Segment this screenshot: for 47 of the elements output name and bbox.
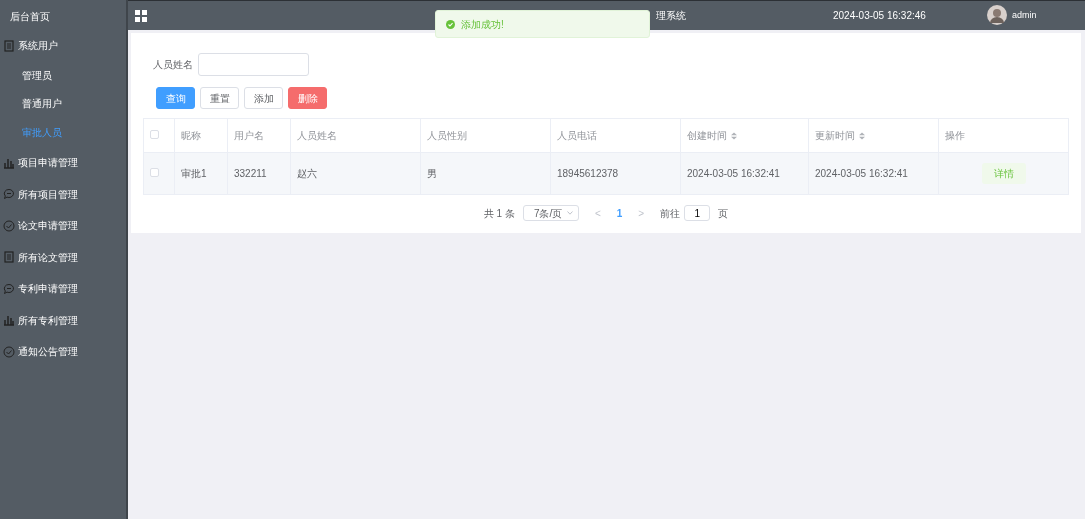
goto-label: 前往 (660, 206, 681, 221)
menu-item[interactable]: 所有论文管理 (0, 241, 126, 273)
table-cell: 审批1 (181, 168, 207, 179)
table-cell: 2024-03-05 16:32:41 (815, 168, 908, 179)
success-icon (446, 19, 455, 29)
bar-chart-icon (3, 314, 15, 327)
document-icon (3, 251, 15, 264)
app-title: 理系统 (656, 9, 686, 23)
table-cell: 赵六 (297, 168, 317, 179)
page-input[interactable]: 1 (684, 205, 711, 221)
grid-menu-icon[interactable] (135, 9, 147, 22)
action-button[interactable]: 重置 (200, 87, 239, 109)
chevron-down-icon (566, 211, 573, 215)
menu-item[interactable]: 所有项目管理 (0, 178, 126, 210)
chat-icon (3, 282, 15, 295)
table-cell: 18945612378 (557, 168, 619, 179)
menu-item[interactable]: 所有专利管理 (0, 304, 126, 336)
sort-icon[interactable] (731, 132, 737, 141)
date-time: 2024-03-05 16:32:46 (833, 9, 926, 23)
search-field[interactable] (198, 53, 309, 76)
page-suffix: 页 (718, 206, 729, 221)
field-label: 人员姓名 (153, 58, 193, 72)
check-circle-icon (3, 219, 15, 232)
page-size-select[interactable]: 7条/页 (522, 205, 579, 221)
menu-item[interactable]: 项目申请管理 (0, 147, 126, 179)
submenu-item[interactable]: 管理员 (0, 61, 126, 90)
checkbox[interactable] (150, 130, 159, 139)
check-circle-icon (3, 345, 15, 358)
action-button[interactable]: 添加 (244, 87, 283, 109)
checkbox[interactable] (150, 168, 159, 177)
user-name[interactable]: admin (1012, 8, 1037, 23)
table-cell: 男 (427, 168, 437, 179)
menu-item[interactable]: 专利申请管理 (0, 273, 126, 305)
menu-item[interactable]: 系统用户 (0, 30, 126, 62)
menu-item[interactable]: 通知公告管理 (0, 336, 126, 368)
table-cell: 332211 (234, 168, 267, 179)
toast-text: 添加成功! (461, 17, 504, 32)
submenu-item[interactable]: 普通用户 (0, 90, 126, 119)
document-icon (3, 39, 15, 52)
bar-chart-icon (3, 156, 15, 169)
avatar[interactable] (987, 5, 1007, 25)
menu-item[interactable]: 论文申请管理 (0, 210, 126, 242)
total-count: 共 1 条 (483, 206, 515, 221)
menu-item[interactable]: 后台首页 (0, 0, 126, 30)
chat-icon (3, 188, 15, 201)
sort-icon[interactable] (859, 132, 865, 141)
table-cell: 2024-03-05 16:32:41 (687, 168, 780, 179)
